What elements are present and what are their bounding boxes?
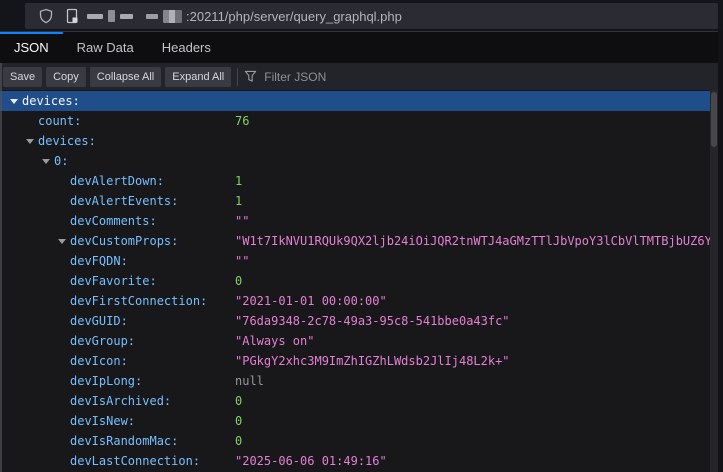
json-value: 1 <box>235 194 242 208</box>
url-field[interactable]: :20211/php/server/query_graphql.php <box>25 3 718 29</box>
redacted-host <box>87 10 182 23</box>
scrollbar-thumb[interactable] <box>711 92 717 147</box>
json-value: 0 <box>235 274 242 288</box>
tree-row[interactable]: devIpLong: null <box>0 371 723 391</box>
json-value: null <box>235 374 264 388</box>
json-key: count: <box>38 114 235 128</box>
twisty-icon[interactable] <box>56 391 70 411</box>
json-key: devices: <box>38 134 235 148</box>
json-key: devGroup: <box>70 334 235 348</box>
filter-json-box[interactable] <box>244 70 404 84</box>
viewer-tab-bar: JSON Raw Data Headers <box>0 31 723 63</box>
tab-json[interactable]: JSON <box>0 32 63 63</box>
json-key: devices: <box>22 94 235 108</box>
json-key: devFirstConnection: <box>70 294 235 308</box>
tree-row[interactable]: devIsNew: 0 <box>0 411 723 431</box>
tree-row[interactable]: devLastConnection: "2025-06-06 01:49:16" <box>0 451 723 471</box>
window-right-edge <box>718 31 723 472</box>
json-value: 0 <box>235 414 242 428</box>
json-key: devIcon: <box>70 354 235 368</box>
json-key: devComments: <box>70 214 235 228</box>
tree-row[interactable]: devAlertDown: 1 <box>0 171 723 191</box>
json-key: devIsArchived: <box>70 394 235 408</box>
json-value: 1 <box>235 174 242 188</box>
json-value: "W1t7IkNVU1RQUk9QX2ljb24iOiJQR2tnWTJ4aGM… <box>235 234 723 248</box>
twisty-icon[interactable] <box>56 291 70 311</box>
tree-row[interactable]: 0: <box>0 151 723 171</box>
json-key: 0: <box>54 154 235 168</box>
tree-row[interactable]: devFirstConnection: "2021-01-01 00:00:00… <box>0 291 723 311</box>
json-value: "76da9348-2c78-49a3-95c8-541bbe0a43fc" <box>235 314 510 328</box>
json-key: devIsNew: <box>70 414 235 428</box>
filter-json-input[interactable] <box>264 70 404 84</box>
json-value: "2025-06-06 01:49:16" <box>235 454 387 468</box>
url-text[interactable]: :20211/php/server/query_graphql.php <box>186 9 402 24</box>
tree-row[interactable]: devFavorite: 0 <box>0 271 723 291</box>
tree-row[interactable]: devComments: "" <box>0 211 723 231</box>
window-left-edge <box>0 63 2 472</box>
tree-row[interactable]: devAlertEvents: 1 <box>0 191 723 211</box>
collapse-all-button[interactable]: Collapse All <box>90 67 161 87</box>
json-key: devFQDN: <box>70 254 235 268</box>
vertical-scrollbar[interactable] <box>710 90 718 472</box>
twisty-icon[interactable] <box>56 451 70 471</box>
tab-raw-data[interactable]: Raw Data <box>63 32 148 63</box>
json-value: "" <box>235 214 249 228</box>
tree-row[interactable]: devFQDN: "" <box>0 251 723 271</box>
tree-row[interactable]: devCustomProps: "W1t7IkNVU1RQUk9QX2ljb24… <box>0 231 723 251</box>
twisty-icon[interactable] <box>56 191 70 211</box>
copy-button[interactable]: Copy <box>46 67 86 87</box>
tree-row[interactable]: devGroup: "Always on" <box>0 331 723 351</box>
tree-row[interactable]: devIcon: "PGkgY2xhc3M9ImZhIGZhLWdsb2JlIj… <box>0 351 723 371</box>
json-toolbar: Save Copy Collapse All Expand All <box>0 63 723 90</box>
twisty-icon[interactable] <box>56 311 70 331</box>
twisty-icon[interactable] <box>24 111 38 131</box>
twisty-icon[interactable] <box>56 351 70 371</box>
twisty-icon[interactable] <box>40 151 54 171</box>
json-tree: devices: count: 76 devices: 0: devAlertD… <box>0 90 723 472</box>
page-icon[interactable] <box>59 5 85 27</box>
twisty-icon[interactable] <box>8 91 22 111</box>
json-key: devAlertDown: <box>70 174 235 188</box>
tree-row[interactable]: devices: <box>0 91 710 111</box>
expand-all-button[interactable]: Expand All <box>165 67 231 87</box>
tree-row[interactable]: devIsRandomMac: 0 <box>0 431 723 451</box>
shield-icon[interactable] <box>33 5 59 27</box>
tree-row[interactable]: devGUID: "76da9348-2c78-49a3-95c8-541bbe… <box>0 311 723 331</box>
browser-window: :20211/php/server/query_graphql.php JSON… <box>0 0 723 472</box>
tree-row[interactable]: devices: <box>0 131 723 151</box>
twisty-icon[interactable] <box>56 171 70 191</box>
json-value: "2021-01-01 00:00:00" <box>235 294 387 308</box>
url-bar-row: :20211/php/server/query_graphql.php <box>0 0 723 31</box>
json-key: devCustomProps: <box>70 234 235 248</box>
save-button[interactable]: Save <box>3 67 42 87</box>
twisty-icon[interactable] <box>56 331 70 351</box>
toolbar-divider <box>237 68 238 86</box>
twisty-icon[interactable] <box>56 371 70 391</box>
tree-row[interactable]: count: 76 <box>0 111 723 131</box>
twisty-icon[interactable] <box>56 231 70 251</box>
json-key: devAlertEvents: <box>70 194 235 208</box>
twisty-icon[interactable] <box>56 431 70 451</box>
json-value: 0 <box>235 434 242 448</box>
json-value: 76 <box>235 114 249 128</box>
json-key: devIsRandomMac: <box>70 434 235 448</box>
json-value: "" <box>235 254 249 268</box>
tab-headers[interactable]: Headers <box>148 32 225 63</box>
twisty-icon[interactable] <box>56 251 70 271</box>
json-key: devGUID: <box>70 314 235 328</box>
json-key: devIpLong: <box>70 374 235 388</box>
twisty-icon[interactable] <box>24 131 38 151</box>
json-value: 0 <box>235 394 242 408</box>
json-key: devLastConnection: <box>70 454 235 468</box>
twisty-icon[interactable] <box>56 411 70 431</box>
twisty-icon[interactable] <box>56 211 70 231</box>
json-value: "Always on" <box>235 334 314 348</box>
json-value: "PGkgY2xhc3M9ImZhIGZhLWdsb2JlIj48L2k+" <box>235 354 510 368</box>
tree-row[interactable]: devIsArchived: 0 <box>0 391 723 411</box>
funnel-icon <box>244 70 257 83</box>
json-key: devFavorite: <box>70 274 235 288</box>
twisty-icon[interactable] <box>56 271 70 291</box>
